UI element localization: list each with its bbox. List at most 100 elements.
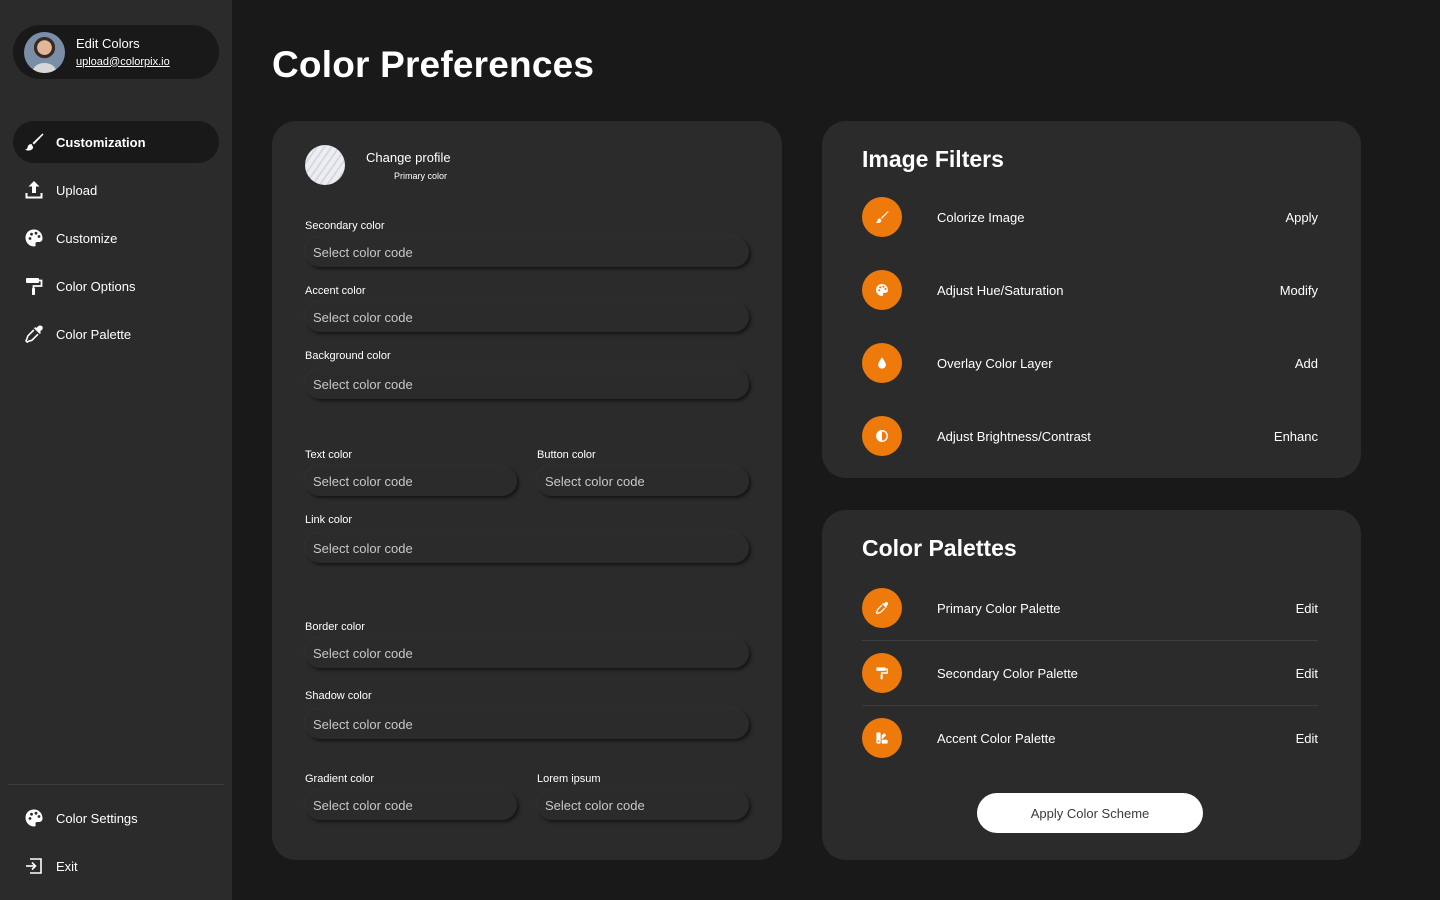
row-divider — [862, 705, 1318, 706]
add-button[interactable]: Add — [1295, 356, 1318, 371]
field-label: Button color — [537, 449, 596, 461]
enhance-button[interactable]: Enhanc — [1274, 429, 1318, 444]
field-label: Link color — [305, 514, 353, 526]
accent-color-input[interactable]: Select color code — [305, 302, 749, 332]
gradient-color-field: Gradient color Select color code — [305, 772, 517, 820]
modify-button[interactable]: Modify — [1280, 283, 1318, 298]
background-color-input[interactable]: Select color code — [305, 369, 749, 399]
sidebar-item-label: Customization — [56, 134, 146, 150]
sidebar-bottom-nav: Color Settings Exit — [13, 797, 219, 893]
droplet-icon — [862, 343, 902, 383]
sidebar-item-label: Exit — [56, 858, 78, 874]
secondary-color-input[interactable]: Select color code — [305, 237, 749, 267]
upload-icon — [24, 180, 44, 200]
sidebar-item-label: Color Options — [56, 278, 136, 294]
palette-icon — [24, 228, 44, 248]
eyedropper-icon — [862, 588, 902, 628]
color-palettes-title: Color Palettes — [862, 535, 1017, 561]
sidebar: Edit Colors upload@colorpix.io Customiza… — [0, 0, 232, 900]
eyedropper-icon — [24, 324, 44, 344]
palette-icon — [862, 270, 902, 310]
filter-row-overlay: Overlay Color Layer Add — [862, 343, 1318, 383]
border-color-input[interactable]: Select color code — [305, 638, 749, 668]
sidebar-item-upload[interactable]: Upload — [13, 169, 219, 211]
change-profile-label: Change profile — [366, 149, 451, 165]
profile-card[interactable]: Edit Colors upload@colorpix.io — [13, 25, 219, 79]
field-label: Shadow color — [305, 690, 372, 702]
change-profile[interactable]: Change profile Primary color — [305, 145, 451, 185]
image-filters-card: Image Filters Colorize Image Apply Adjus… — [822, 121, 1361, 478]
button-color-input[interactable]: Select color code — [537, 466, 749, 496]
sidebar-item-color-options[interactable]: Color Options — [13, 265, 219, 307]
field-label: Background color — [305, 350, 391, 362]
lorem-ipsum-input[interactable]: Select color code — [537, 790, 749, 820]
edit-button[interactable]: Edit — [1296, 731, 1318, 746]
edit-button[interactable]: Edit — [1296, 666, 1318, 681]
palette-label: Accent Color Palette — [937, 730, 1056, 746]
text-color-input[interactable]: Select color code — [305, 466, 517, 496]
sidebar-nav: Customization Upload Customize Color Opt… — [13, 121, 219, 361]
filter-label: Colorize Image — [937, 209, 1025, 225]
lorem-ipsum-field: Lorem ipsum Select color code — [537, 772, 749, 820]
apply-color-scheme-button[interactable]: Apply Color Scheme — [977, 793, 1203, 833]
button-color-field: Button color Select color code — [537, 448, 749, 496]
filter-row-brightness: Adjust Brightness/Contrast Enhanc — [862, 416, 1318, 456]
palette-label: Primary Color Palette — [937, 600, 1061, 616]
palette-row-accent: Accent Color Palette Edit — [862, 718, 1318, 758]
profile-image[interactable] — [305, 145, 345, 185]
gradient-color-input[interactable]: Select color code — [305, 790, 517, 820]
field-label: Secondary color — [305, 220, 385, 232]
palette-row-primary: Primary Color Palette Edit — [862, 588, 1318, 628]
field-label: Text color — [305, 449, 353, 461]
profile-name: Edit Colors — [76, 35, 140, 51]
avatar — [24, 31, 65, 73]
brush-icon — [24, 132, 44, 152]
sidebar-item-color-settings[interactable]: Color Settings — [13, 797, 219, 839]
filter-row-hue-saturation: Adjust Hue/Saturation Modify — [862, 270, 1318, 310]
palette-row-secondary: Secondary Color Palette Edit — [862, 653, 1318, 693]
paint-roller-icon — [862, 653, 902, 693]
accent-color-field: Accent color Select color code — [305, 284, 749, 332]
sidebar-item-label: Color Settings — [56, 810, 138, 826]
color-palettes-card: Color Palettes Primary Color Palette Edi… — [822, 510, 1361, 860]
sidebar-item-exit[interactable]: Exit — [13, 845, 219, 887]
filter-label: Adjust Hue/Saturation — [937, 282, 1064, 298]
sidebar-item-label: Upload — [56, 182, 98, 198]
page-title: Color Preferences — [272, 44, 595, 85]
border-color-field: Border color Select color code — [305, 620, 749, 668]
filter-label: Overlay Color Layer — [937, 355, 1053, 371]
filter-label: Adjust Brightness/Contrast — [937, 428, 1091, 444]
background-color-field: Background color Select color code — [305, 349, 749, 399]
edit-button[interactable]: Edit — [1296, 601, 1318, 616]
secondary-color-field: Secondary color Select color code — [305, 219, 749, 267]
image-filters-title: Image Filters — [862, 146, 1004, 172]
sidebar-divider — [8, 784, 224, 785]
sidebar-item-color-palette[interactable]: Color Palette — [13, 313, 219, 355]
paint-roller-icon — [24, 276, 44, 296]
field-label: Border color — [305, 621, 365, 633]
palette-label: Secondary Color Palette — [937, 665, 1078, 681]
apply-button[interactable]: Apply — [1285, 210, 1318, 225]
filter-row-colorize: Colorize Image Apply — [862, 197, 1318, 237]
sidebar-item-customize[interactable]: Customize — [13, 217, 219, 259]
field-label: Lorem ipsum — [537, 773, 601, 785]
sidebar-item-label: Customize — [56, 230, 118, 246]
link-color-field: Link color Select color code — [305, 513, 749, 563]
palette-icon — [24, 808, 44, 828]
primary-color-label: Primary color — [394, 170, 448, 181]
exit-icon — [24, 856, 44, 876]
row-divider — [862, 640, 1318, 641]
link-color-input[interactable]: Select color code — [305, 533, 749, 563]
profile-email-link[interactable]: upload@colorpix.io — [76, 55, 170, 70]
field-label: Accent color — [305, 285, 366, 297]
text-color-field: Text color Select color code — [305, 448, 517, 496]
swatches-icon — [862, 718, 902, 758]
field-label: Gradient color — [305, 773, 375, 785]
shadow-color-input[interactable]: Select color code — [305, 709, 749, 739]
sidebar-item-customization[interactable]: Customization — [13, 121, 219, 163]
brush-icon — [862, 197, 902, 237]
shadow-color-field: Shadow color Select color code — [305, 689, 749, 739]
sidebar-item-label: Color Palette — [56, 326, 132, 342]
color-form-card: Change profile Primary color Secondary c… — [272, 121, 782, 860]
contrast-icon — [862, 416, 902, 456]
